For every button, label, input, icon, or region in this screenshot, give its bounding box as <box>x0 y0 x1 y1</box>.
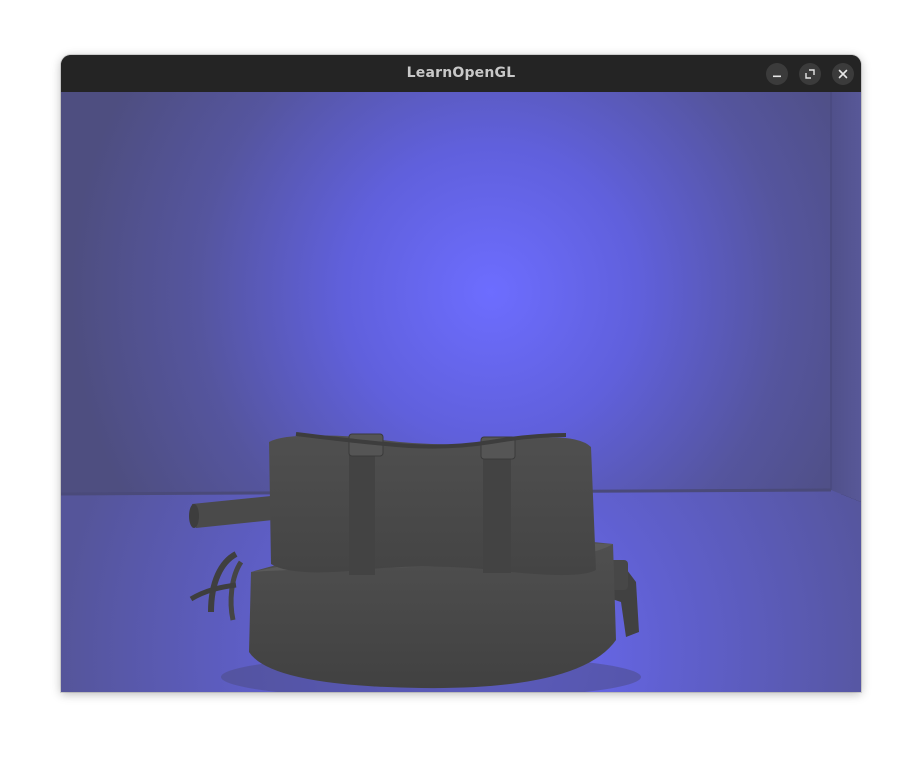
minimize-icon <box>772 69 782 79</box>
close-icon <box>838 69 848 79</box>
close-button[interactable] <box>832 63 854 85</box>
title-bar[interactable]: LearnOpenGL <box>61 55 861 93</box>
maximize-button[interactable] <box>799 63 821 85</box>
opengl-viewport[interactable] <box>61 92 861 692</box>
app-window: LearnOpenGL <box>61 55 861 692</box>
maximize-icon <box>805 69 815 79</box>
minimize-button[interactable] <box>766 63 788 85</box>
window-title: LearnOpenGL <box>406 65 516 81</box>
rendered-scene <box>61 92 861 692</box>
